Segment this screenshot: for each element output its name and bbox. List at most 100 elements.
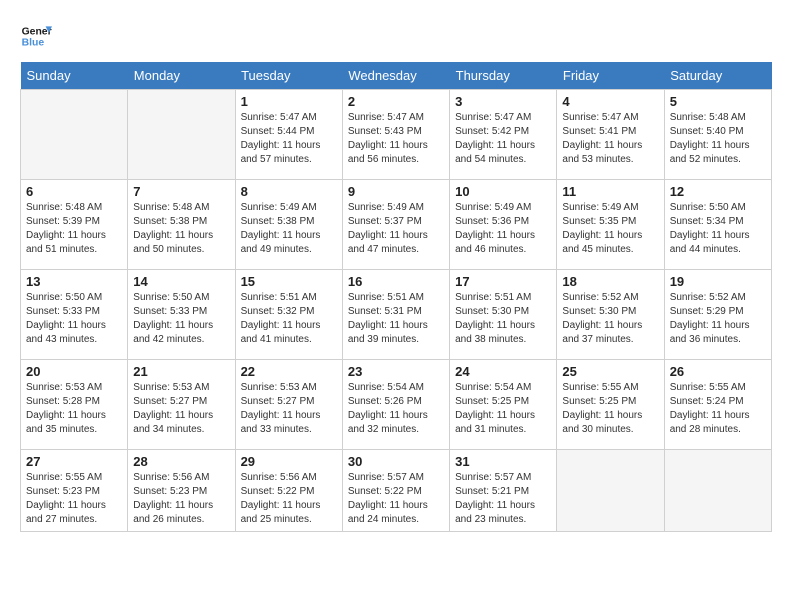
calendar-cell	[128, 90, 235, 180]
day-info: Sunrise: 5:55 AM Sunset: 5:25 PM Dayligh…	[562, 381, 658, 437]
logo-icon: GeneralBlue	[20, 20, 52, 52]
calendar-cell: 3Sunrise: 5:47 AM Sunset: 5:42 PM Daylig…	[450, 90, 557, 180]
weekday-header: Friday	[557, 62, 664, 90]
day-number: 10	[455, 184, 551, 199]
day-number: 29	[241, 454, 337, 469]
calendar-cell: 10 Sunrise: 5:49 AM Sunset: 5:36 PM Dayli…	[450, 180, 557, 270]
calendar-cell: 18 Sunrise: 5:52 AM Sunset: 5:30 PM Dayli…	[557, 270, 664, 360]
calendar-cell: 22 Sunrise: 5:53 AM Sunset: 5:27 PM Dayli…	[235, 360, 342, 450]
day-number: 22	[241, 364, 337, 379]
day-info: Sunrise: 5:56 AM Sunset: 5:22 PM Dayligh…	[241, 471, 337, 527]
day-number: 8	[241, 184, 337, 199]
day-info: Sunrise: 5:57 AM Sunset: 5:22 PM Dayligh…	[348, 471, 444, 527]
day-info: Sunrise: 5:49 AM Sunset: 5:37 PM Dayligh…	[348, 201, 444, 257]
day-number: 6	[26, 184, 122, 199]
day-info: Sunrise: 5:50 AM Sunset: 5:34 PM Dayligh…	[670, 201, 766, 257]
calendar-week-row: 13Sunrise: 5:50 AM Sunset: 5:33 PM Dayli…	[21, 270, 772, 360]
day-number: 14	[133, 274, 229, 289]
day-number: 7	[133, 184, 229, 199]
day-info: Sunrise: 5:51 AM Sunset: 5:32 PM Dayligh…	[241, 291, 337, 347]
day-info: Sunrise: 5:47 AM Sunset: 5:42 PM Dayligh…	[455, 111, 551, 167]
day-info: Sunrise: 5:49 AM Sunset: 5:36 PM Dayligh…	[455, 201, 551, 257]
weekday-header: Tuesday	[235, 62, 342, 90]
calendar-cell: 16 Sunrise: 5:51 AM Sunset: 5:31 PM Dayli…	[342, 270, 449, 360]
day-info: Sunrise: 5:50 AM Sunset: 5:33 PM Dayligh…	[26, 291, 122, 347]
calendar-cell: 17 Sunrise: 5:51 AM Sunset: 5:30 PM Dayli…	[450, 270, 557, 360]
day-number: 12	[670, 184, 766, 199]
calendar-cell: 30 Sunrise: 5:57 AM Sunset: 5:22 PM Dayli…	[342, 450, 449, 532]
day-info: Sunrise: 5:50 AM Sunset: 5:33 PM Dayligh…	[133, 291, 229, 347]
calendar-cell: 1 Sunrise: 5:47 AM Sunset: 5:44 PM Daylig…	[235, 90, 342, 180]
day-number: 18	[562, 274, 658, 289]
day-number: 23	[348, 364, 444, 379]
day-number: 15	[241, 274, 337, 289]
day-info: Sunrise: 5:52 AM Sunset: 5:30 PM Dayligh…	[562, 291, 658, 347]
day-info: Sunrise: 5:48 AM Sunset: 5:38 PM Dayligh…	[133, 201, 229, 257]
calendar-cell: 14 Sunrise: 5:50 AM Sunset: 5:33 PM Dayli…	[128, 270, 235, 360]
day-info: Sunrise: 5:47 AM Sunset: 5:41 PM Dayligh…	[562, 111, 658, 167]
day-number: 1	[241, 94, 337, 109]
day-info: Sunrise: 5:47 AM Sunset: 5:44 PM Dayligh…	[241, 111, 337, 167]
day-number: 27	[26, 454, 122, 469]
calendar-cell	[557, 450, 664, 532]
day-info: Sunrise: 5:57 AM Sunset: 5:21 PM Dayligh…	[455, 471, 551, 527]
day-number: 31	[455, 454, 551, 469]
calendar-cell: 31 Sunrise: 5:57 AM Sunset: 5:21 PM Dayli…	[450, 450, 557, 532]
day-number: 4	[562, 94, 658, 109]
calendar-cell: 27 Sunrise: 5:55 AM Sunset: 5:23 PM Dayli…	[21, 450, 128, 532]
day-info: Sunrise: 5:55 AM Sunset: 5:24 PM Dayligh…	[670, 381, 766, 437]
calendar-cell: 6 Sunrise: 5:48 AM Sunset: 5:39 PM Daylig…	[21, 180, 128, 270]
svg-text:Blue: Blue	[22, 38, 45, 49]
day-info: Sunrise: 5:54 AM Sunset: 5:26 PM Dayligh…	[348, 381, 444, 437]
day-info: Sunrise: 5:54 AM Sunset: 5:25 PM Dayligh…	[455, 381, 551, 437]
day-number: 16	[348, 274, 444, 289]
day-info: Sunrise: 5:51 AM Sunset: 5:31 PM Dayligh…	[348, 291, 444, 347]
day-number: 30	[348, 454, 444, 469]
day-info: Sunrise: 5:49 AM Sunset: 5:35 PM Dayligh…	[562, 201, 658, 257]
day-info: Sunrise: 5:56 AM Sunset: 5:23 PM Dayligh…	[133, 471, 229, 527]
calendar-cell	[664, 450, 771, 532]
calendar-table: SundayMondayTuesdayWednesdayThursdayFrid…	[20, 62, 772, 532]
calendar-week-row: 1 Sunrise: 5:47 AM Sunset: 5:44 PM Daylig…	[21, 90, 772, 180]
day-info: Sunrise: 5:53 AM Sunset: 5:27 PM Dayligh…	[241, 381, 337, 437]
calendar-cell: 13Sunrise: 5:50 AM Sunset: 5:33 PM Dayli…	[21, 270, 128, 360]
calendar-cell: 15 Sunrise: 5:51 AM Sunset: 5:32 PM Dayli…	[235, 270, 342, 360]
calendar-cell: 23 Sunrise: 5:54 AM Sunset: 5:26 PM Dayli…	[342, 360, 449, 450]
day-info: Sunrise: 5:49 AM Sunset: 5:38 PM Dayligh…	[241, 201, 337, 257]
calendar-cell: 11 Sunrise: 5:49 AM Sunset: 5:35 PM Dayli…	[557, 180, 664, 270]
calendar-cell: 9Sunrise: 5:49 AM Sunset: 5:37 PM Daylig…	[342, 180, 449, 270]
page-header: GeneralBlue	[20, 20, 772, 52]
weekday-header: Thursday	[450, 62, 557, 90]
day-number: 28	[133, 454, 229, 469]
calendar-cell: 20 Sunrise: 5:53 AM Sunset: 5:28 PM Dayli…	[21, 360, 128, 450]
day-number: 26	[670, 364, 766, 379]
calendar-cell: 5 Sunrise: 5:48 AM Sunset: 5:40 PM Daylig…	[664, 90, 771, 180]
weekday-header: Sunday	[21, 62, 128, 90]
weekday-header-row: SundayMondayTuesdayWednesdayThursdayFrid…	[21, 62, 772, 90]
calendar-week-row: 20 Sunrise: 5:53 AM Sunset: 5:28 PM Dayli…	[21, 360, 772, 450]
day-number: 20	[26, 364, 122, 379]
calendar-cell: 26 Sunrise: 5:55 AM Sunset: 5:24 PM Dayli…	[664, 360, 771, 450]
day-info: Sunrise: 5:55 AM Sunset: 5:23 PM Dayligh…	[26, 471, 122, 527]
day-number: 2	[348, 94, 444, 109]
day-number: 17	[455, 274, 551, 289]
weekday-header: Saturday	[664, 62, 771, 90]
calendar-cell: 24 Sunrise: 5:54 AM Sunset: 5:25 PM Dayli…	[450, 360, 557, 450]
calendar-cell: 2Sunrise: 5:47 AM Sunset: 5:43 PM Daylig…	[342, 90, 449, 180]
day-info: Sunrise: 5:51 AM Sunset: 5:30 PM Dayligh…	[455, 291, 551, 347]
calendar-week-row: 27 Sunrise: 5:55 AM Sunset: 5:23 PM Dayli…	[21, 450, 772, 532]
calendar-cell: 4 Sunrise: 5:47 AM Sunset: 5:41 PM Daylig…	[557, 90, 664, 180]
day-info: Sunrise: 5:48 AM Sunset: 5:39 PM Dayligh…	[26, 201, 122, 257]
day-info: Sunrise: 5:52 AM Sunset: 5:29 PM Dayligh…	[670, 291, 766, 347]
day-number: 11	[562, 184, 658, 199]
calendar-cell: 12 Sunrise: 5:50 AM Sunset: 5:34 PM Dayli…	[664, 180, 771, 270]
day-number: 19	[670, 274, 766, 289]
day-number: 5	[670, 94, 766, 109]
calendar-cell: 7 Sunrise: 5:48 AM Sunset: 5:38 PM Daylig…	[128, 180, 235, 270]
day-number: 25	[562, 364, 658, 379]
weekday-header: Wednesday	[342, 62, 449, 90]
day-info: Sunrise: 5:53 AM Sunset: 5:28 PM Dayligh…	[26, 381, 122, 437]
day-number: 24	[455, 364, 551, 379]
calendar-cell: 19 Sunrise: 5:52 AM Sunset: 5:29 PM Dayli…	[664, 270, 771, 360]
day-info: Sunrise: 5:48 AM Sunset: 5:40 PM Dayligh…	[670, 111, 766, 167]
